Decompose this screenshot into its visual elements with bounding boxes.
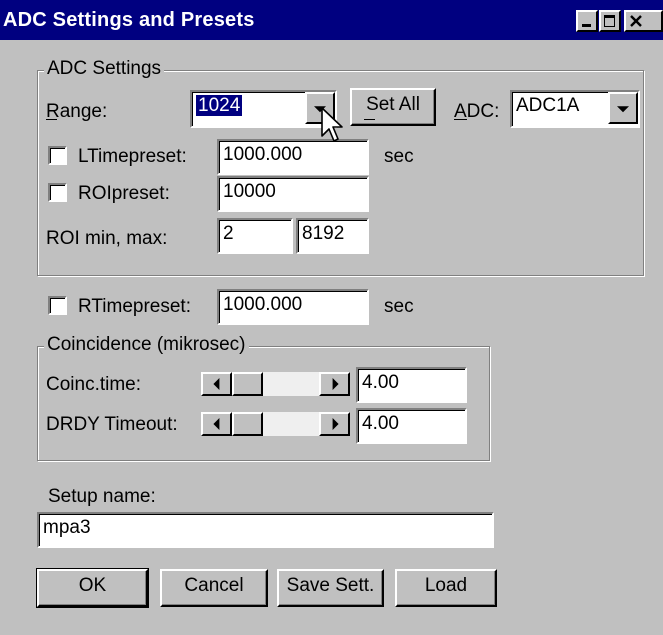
setup-name-input[interactable]: mpa3 <box>37 512 494 548</box>
cancel-label: Cancel <box>184 575 244 596</box>
rtime-unit: sec <box>384 296 414 317</box>
setup-name-value: mpa3 <box>43 517 91 538</box>
adc-value: ADC1A <box>516 95 580 116</box>
minimize-icon <box>582 24 591 27</box>
coinc-scroll-thumb[interactable] <box>232 372 263 396</box>
rtime-value: 1000.000 <box>223 294 303 315</box>
ok-button[interactable]: OK <box>36 568 149 608</box>
drdy-scroll-thumb[interactable] <box>232 412 263 436</box>
scroll-right-icon <box>332 378 339 390</box>
load-button[interactable]: Load <box>395 569 497 607</box>
ltime-checkbox[interactable] <box>48 146 67 165</box>
adc-label-underline <box>454 119 467 120</box>
roi-minmax-label: ROI min, max: <box>46 228 168 249</box>
mouse-cursor-icon <box>321 107 343 142</box>
drdy-timeout-scrollbar[interactable] <box>201 412 350 436</box>
set-all-underline <box>364 119 375 120</box>
save-settings-label: Save Sett. <box>286 575 375 596</box>
drdy-scroll-left-button[interactable] <box>201 412 232 436</box>
scroll-right-icon <box>332 418 339 430</box>
range-label-underline <box>46 119 57 120</box>
roi-min-value: 2 <box>223 223 234 244</box>
rtime-label: RTimepreset: <box>78 296 191 317</box>
scroll-left-icon <box>212 418 219 430</box>
roi-min-input[interactable]: 2 <box>217 218 293 254</box>
minimize-button[interactable] <box>576 10 598 32</box>
ltime-unit: sec <box>384 146 414 167</box>
setup-name-label: Setup name: <box>48 486 156 507</box>
dropdown-arrow-icon <box>617 106 629 113</box>
rtime-checkbox[interactable] <box>48 296 67 315</box>
drdy-scroll-track[interactable] <box>263 412 319 436</box>
adc-select[interactable]: ADC1A <box>510 90 640 128</box>
scroll-left-icon <box>212 378 219 390</box>
load-label: Load <box>424 575 468 596</box>
maximize-icon <box>604 15 615 27</box>
window-title: ADC Settings and Presets <box>3 9 255 31</box>
coinc-time-scrollbar[interactable] <box>201 372 350 396</box>
ltime-label: LTimepreset: <box>78 146 187 167</box>
close-icon <box>630 15 642 27</box>
roi-checkbox[interactable] <box>48 183 67 202</box>
cancel-button[interactable]: Cancel <box>160 569 268 607</box>
ltime-value: 1000.000 <box>223 144 303 165</box>
drdy-scroll-right-button[interactable] <box>319 412 350 436</box>
rtime-input[interactable]: 1000.000 <box>217 289 369 325</box>
coinc-time-value: 4.00 <box>362 372 399 393</box>
coinc-time-label: Coinc.time: <box>46 374 142 395</box>
coinc-scroll-right-button[interactable] <box>319 372 350 396</box>
roi-max-input[interactable]: 8192 <box>296 218 369 254</box>
drdy-timeout-value: 4.00 <box>362 413 399 434</box>
ltime-input[interactable]: 1000.000 <box>217 139 369 175</box>
drdy-timeout-label: DRDY Timeout: <box>46 414 178 435</box>
coincidence-legend: Coincidence (mikrosec) <box>44 334 249 356</box>
ok-label: OK <box>78 575 107 596</box>
drdy-timeout-input[interactable]: 4.00 <box>356 408 467 444</box>
roi-preset-value: 10000 <box>223 181 276 202</box>
dialog-window: ADC Settings and Presets ADC Settings Ra… <box>0 0 663 635</box>
coinc-time-input[interactable]: 4.00 <box>356 367 467 403</box>
close-button[interactable] <box>624 10 663 32</box>
set-all-button[interactable]: Set All <box>350 88 436 126</box>
title-bar[interactable]: ADC Settings and Presets <box>0 0 663 40</box>
coinc-scroll-track[interactable] <box>263 372 319 396</box>
range-value: 1024 <box>194 94 244 117</box>
set-all-label: Set All <box>366 94 420 115</box>
save-settings-button[interactable]: Save Sett. <box>277 569 384 607</box>
adc-settings-legend: ADC Settings <box>44 58 165 80</box>
roi-max-value: 8192 <box>302 223 345 244</box>
roi-preset-input[interactable]: 10000 <box>217 176 369 212</box>
maximize-button[interactable] <box>599 10 621 32</box>
range-select[interactable]: 1024 <box>190 90 337 128</box>
adc-dropdown-button[interactable] <box>608 92 638 124</box>
coinc-scroll-left-button[interactable] <box>201 372 232 396</box>
roi-label: ROIpreset: <box>78 183 170 204</box>
